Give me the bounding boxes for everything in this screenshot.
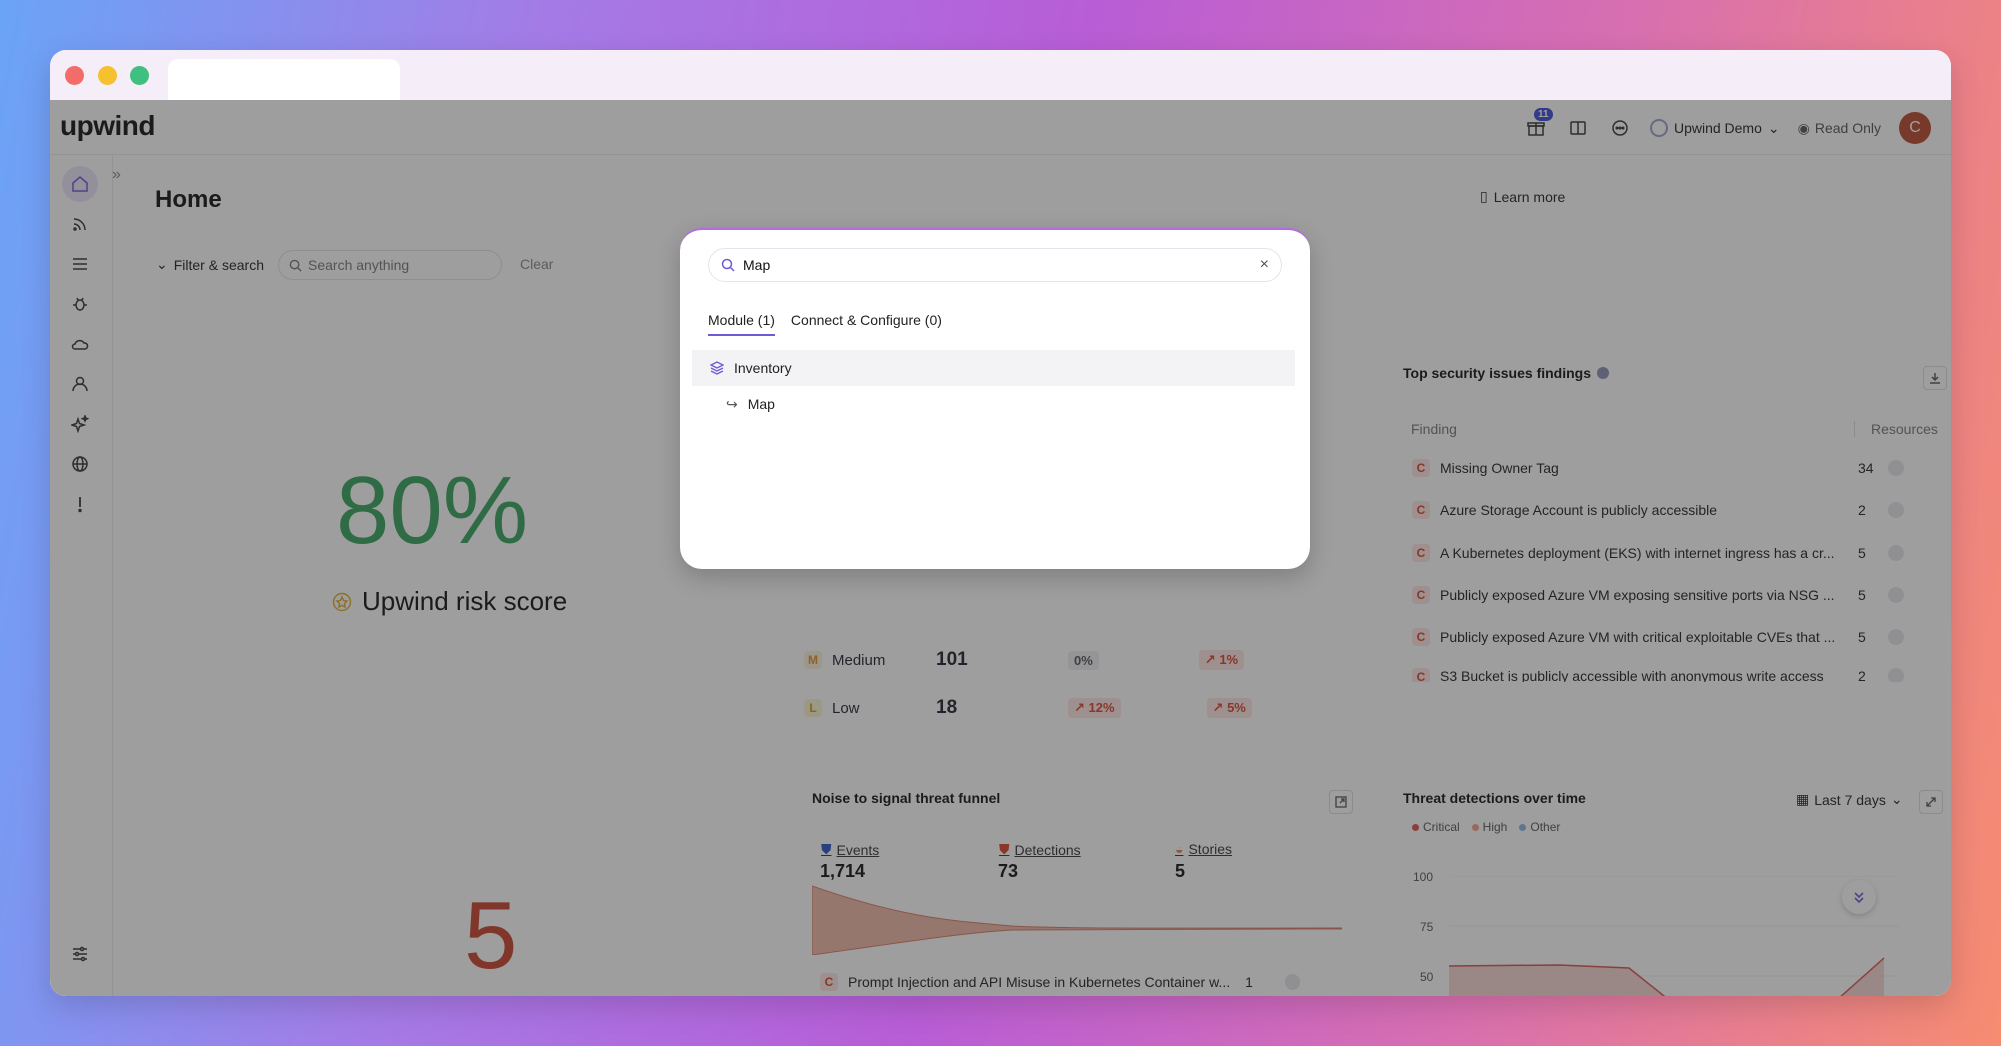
- tab-module[interactable]: Module (1): [708, 312, 775, 336]
- result-label: Inventory: [734, 360, 792, 376]
- app: upwind 11 Upwind Demo ⌄ ◉ Read Only C » …: [50, 100, 1951, 996]
- minimize-window-button[interactable]: [98, 66, 117, 85]
- layers-icon: [710, 361, 724, 375]
- result-label: Map: [747, 396, 775, 412]
- modal-search-field[interactable]: ×: [708, 248, 1282, 282]
- tab-connect-configure[interactable]: Connect & Configure (0): [791, 312, 942, 336]
- search-icon: [721, 258, 735, 272]
- title-bar: [50, 50, 1951, 100]
- browser-window: upwind 11 Upwind Demo ⌄ ◉ Read Only C » …: [50, 50, 1951, 996]
- result-inventory[interactable]: Inventory: [692, 350, 1295, 386]
- search-modal: × Module (1) Connect & Configure (0) Inv…: [680, 228, 1310, 569]
- browser-tab[interactable]: [168, 59, 400, 100]
- close-window-button[interactable]: [65, 66, 84, 85]
- result-map[interactable]: ↪ Map: [692, 386, 1295, 422]
- arrow-return-icon: ↪: [726, 395, 738, 412]
- maximize-window-button[interactable]: [130, 66, 149, 85]
- clear-search-icon[interactable]: ×: [1260, 256, 1269, 274]
- modal-tabs: Module (1) Connect & Configure (0): [708, 312, 942, 336]
- modal-search-input[interactable]: [743, 257, 1252, 273]
